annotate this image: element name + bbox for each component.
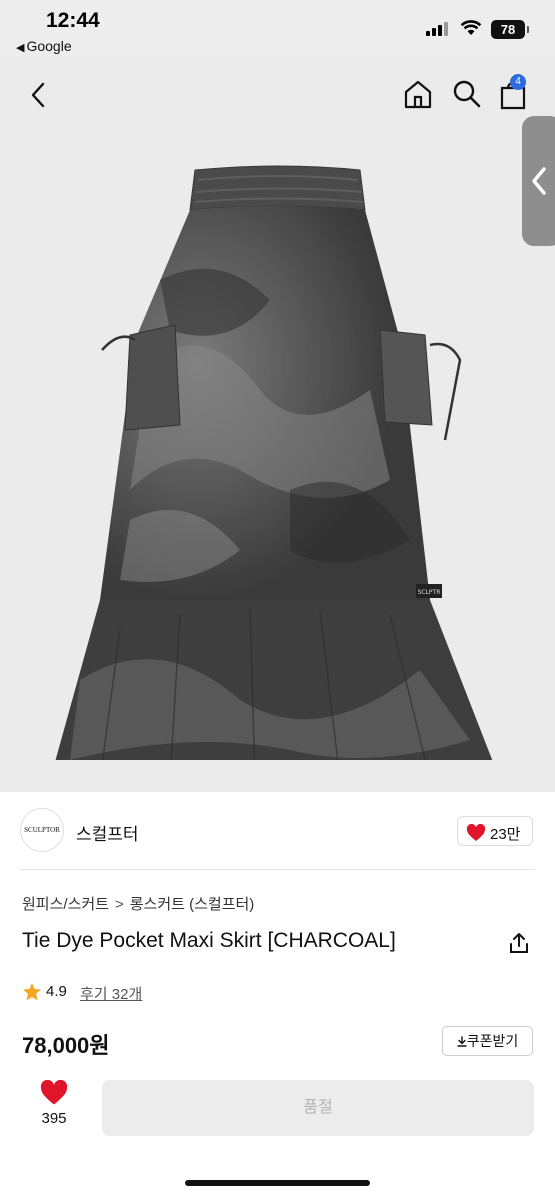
breadcrumb-separator: > <box>114 896 124 913</box>
heart-icon <box>40 1080 68 1105</box>
brand-row[interactable]: SCULPTOR 스컬프터 23만 <box>0 792 555 872</box>
section-divider <box>20 869 535 870</box>
home-icon[interactable] <box>402 78 434 110</box>
breadcrumb-subcategory[interactable]: 롱스커트 (스컬프터) <box>130 896 255 913</box>
battery-indicator: 78 <box>491 20 529 39</box>
home-indicator[interactable] <box>185 1180 370 1186</box>
review-count-link[interactable]: 후기 32개 <box>80 983 142 1004</box>
brand-like-button[interactable]: 23만 <box>457 816 533 846</box>
sold-out-button[interactable]: 품절 <box>102 1080 534 1136</box>
wifi-icon <box>460 20 482 35</box>
product-image-area[interactable]: 4 SCLPTR <box>0 60 555 792</box>
share-icon[interactable] <box>508 932 530 954</box>
back-arrow-icon[interactable] <box>24 80 54 110</box>
status-bar: 12:44 ◀ Google 78 <box>0 0 555 60</box>
rating-score: 4.9 <box>46 983 67 1000</box>
brand-like-count: 23만 <box>490 826 521 843</box>
brand-patch-label: SCLPTR <box>418 589 441 596</box>
status-time: 12:44 <box>46 9 100 32</box>
coupon-button[interactable]: 쿠폰받기 <box>442 1026 533 1056</box>
download-icon <box>457 1036 467 1047</box>
breadcrumb-category[interactable]: 원피스/스커트 <box>22 896 109 913</box>
product-photo: SCLPTR <box>55 165 493 760</box>
star-icon <box>23 983 41 1001</box>
product-price: 78,000원 <box>22 1033 110 1058</box>
side-panel-handle[interactable] <box>522 116 555 246</box>
brand-name[interactable]: 스컬프터 <box>76 820 139 845</box>
bottom-like-count: 395 <box>41 1110 67 1127</box>
back-app-label: Google <box>26 38 72 54</box>
back-triangle-icon: ◀ <box>16 42 25 54</box>
breadcrumb: 원피스/스커트 > 롱스커트 (스컬프터) <box>22 893 254 914</box>
cellular-signal-icon <box>426 22 450 36</box>
product-title: Tie Dye Pocket Maxi Skirt [CHARCOAL] <box>22 929 396 952</box>
bottom-like-button[interactable]: 395 <box>30 1080 78 1136</box>
brand-logo[interactable]: SCULPTOR <box>20 808 64 852</box>
cart-count-badge: 4 <box>510 74 526 90</box>
search-icon[interactable] <box>452 78 482 110</box>
chevron-left-icon <box>532 167 546 195</box>
coupon-label: 쿠폰받기 <box>466 1033 519 1049</box>
heart-icon <box>466 824 486 841</box>
back-to-app-link[interactable]: ◀ Google <box>16 38 72 54</box>
